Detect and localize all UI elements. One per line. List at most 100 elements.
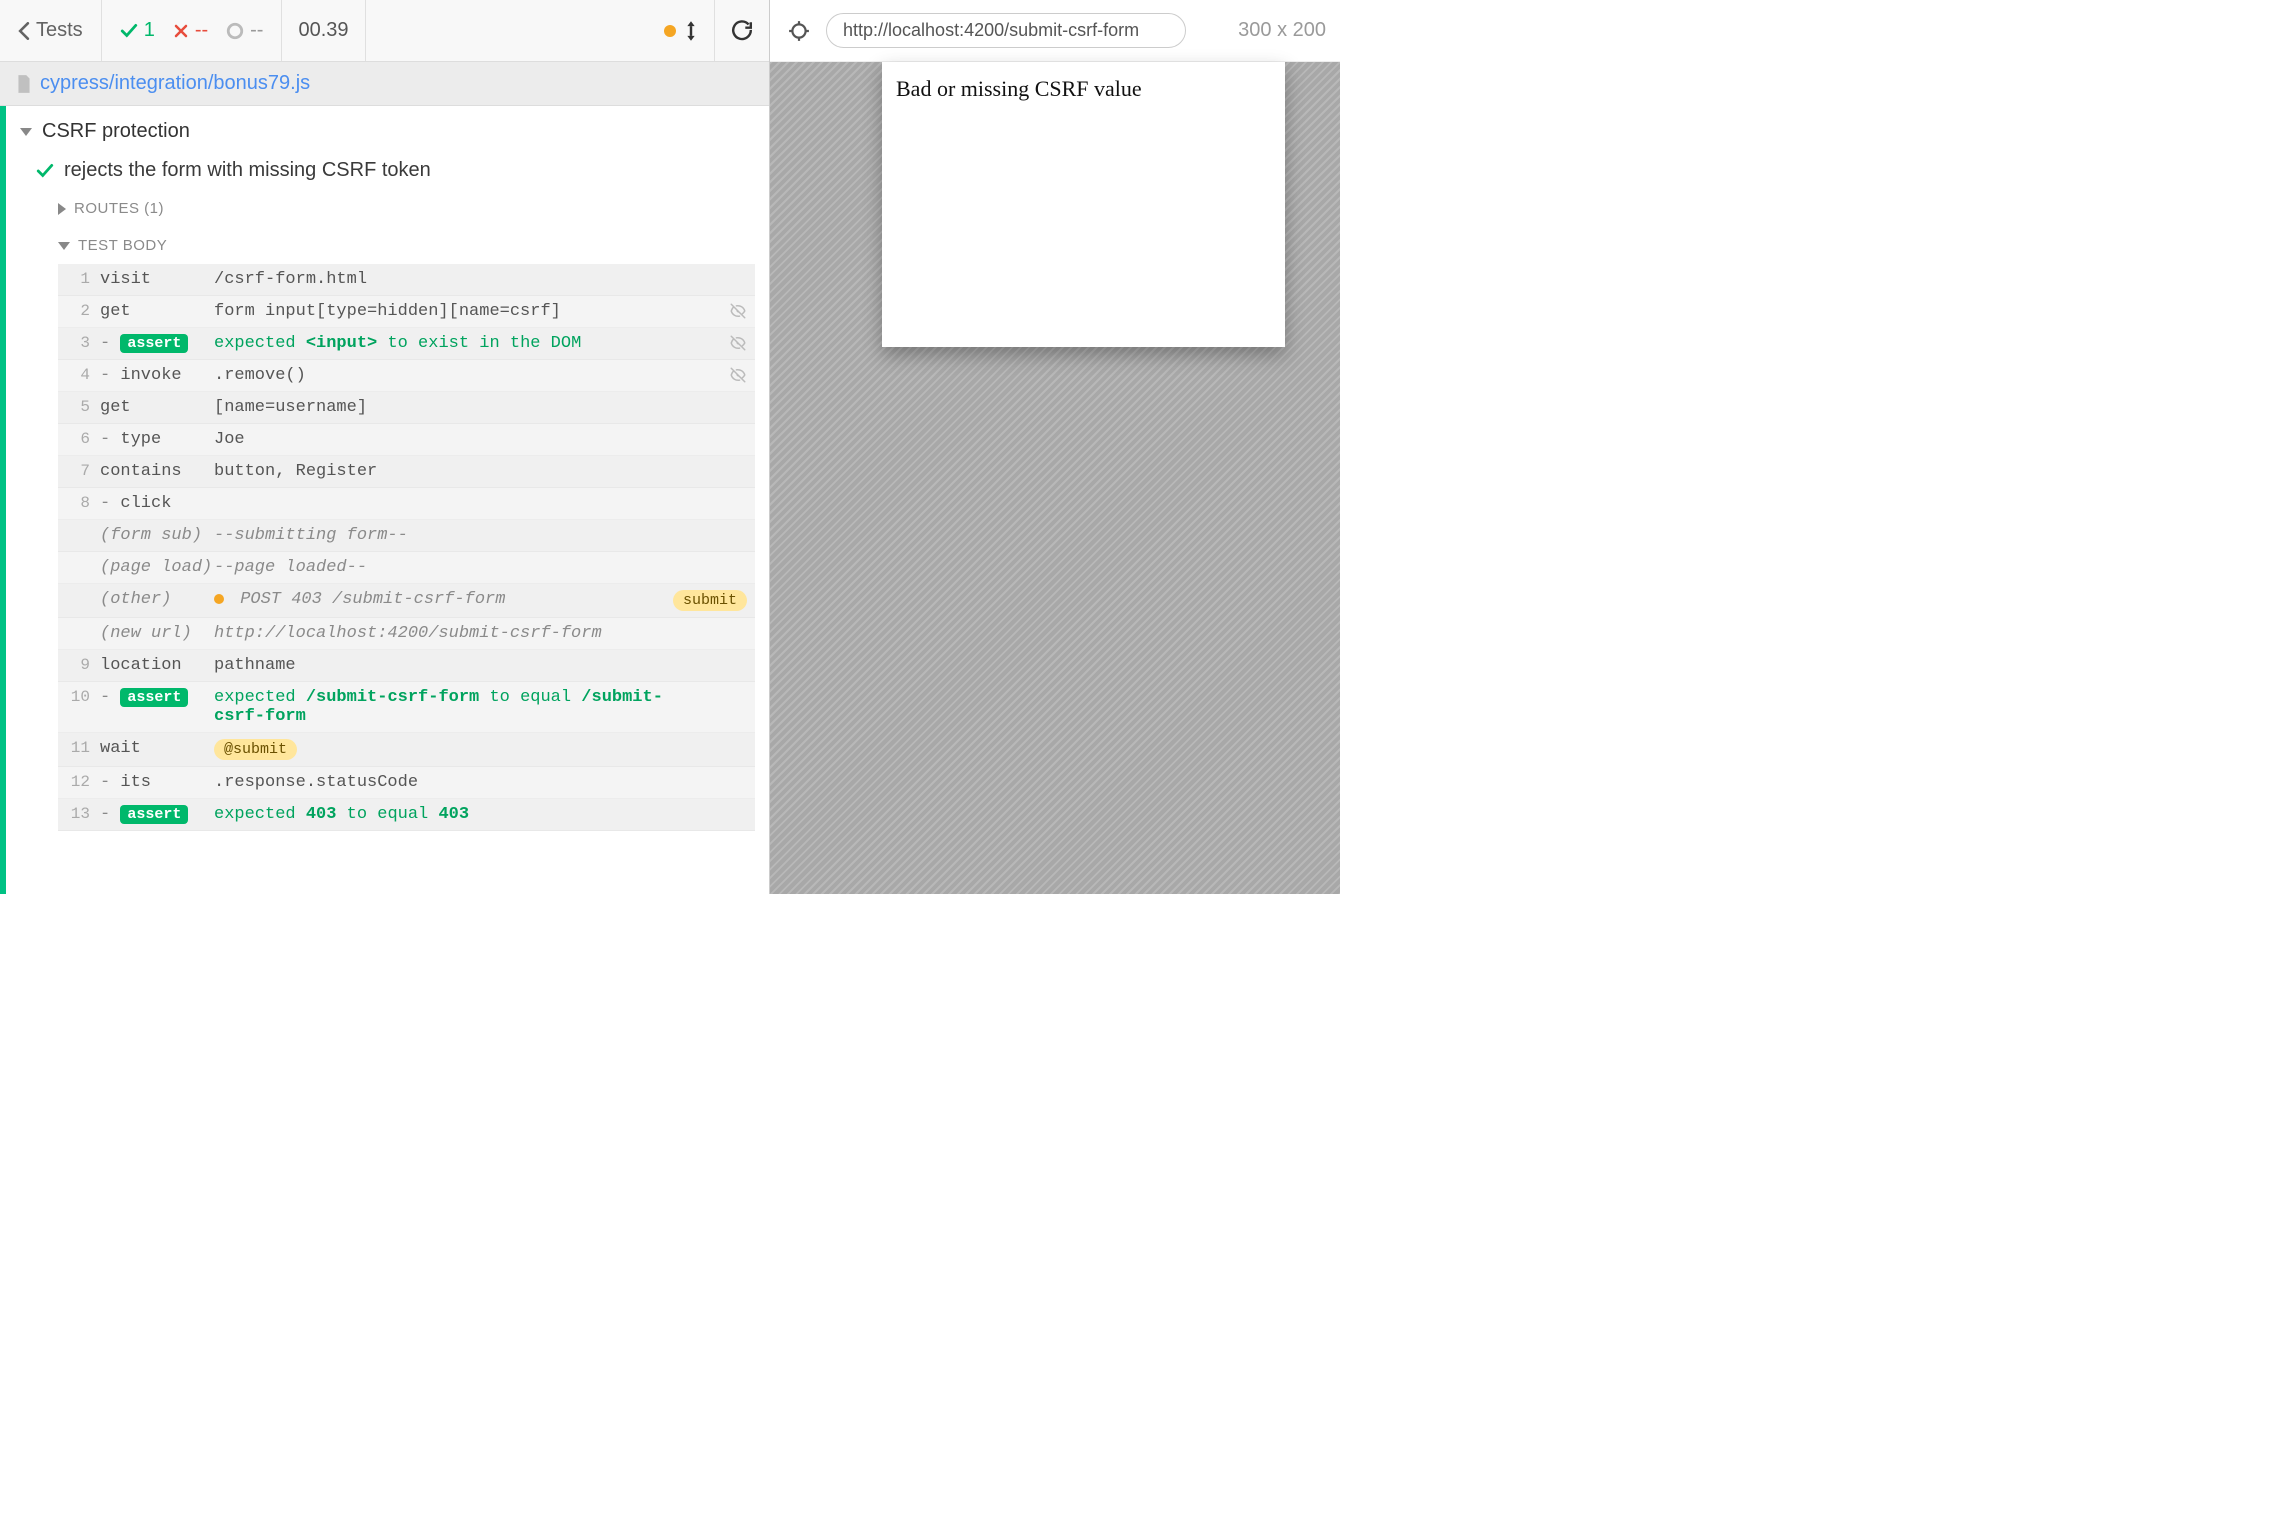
xhr-dot-icon [214, 594, 224, 604]
command-name: invoke [100, 366, 210, 385]
routes-section-header[interactable]: ROUTES (1) [58, 190, 755, 227]
command-name: (page load) [100, 558, 210, 577]
caret-down-icon [20, 128, 32, 136]
page-body-text: Bad or missing CSRF value [896, 76, 1142, 101]
command-name: assert [100, 334, 210, 353]
command-number: 13 [62, 805, 96, 823]
command-row[interactable]: 4invoke.remove() [58, 360, 755, 392]
command-log: 1visit/csrf-form.html2getform input[type… [58, 264, 755, 831]
command-number: 6 [62, 430, 96, 448]
command-right [713, 334, 747, 352]
test-row[interactable]: rejects the form with missing CSRF token [6, 151, 769, 190]
back-label: Tests [36, 19, 83, 42]
suite-row[interactable]: CSRF protection [6, 112, 769, 151]
caret-right-icon [58, 203, 66, 215]
command-name: wait [100, 739, 210, 758]
caret-down-icon [58, 242, 70, 250]
command-message: button, Register [214, 462, 709, 481]
command-name: its [100, 773, 210, 792]
pending-icon [226, 22, 244, 40]
command-name: (other) [100, 590, 210, 609]
command-name: click [100, 494, 210, 513]
spec-file-path: cypress/integration/bonus79.js [40, 72, 310, 95]
command-number: 12 [62, 773, 96, 791]
command-event-row[interactable]: (form sub)--submitting form-- [58, 520, 755, 552]
chevron-left-icon [18, 22, 30, 40]
file-icon [16, 74, 32, 94]
aut-url[interactable]: http://localhost:4200/submit-csrf-form [826, 13, 1186, 48]
command-row[interactable]: 9locationpathname [58, 650, 755, 682]
command-message: pathname [214, 656, 709, 675]
reporter-panel: Tests 1 -- -- 00.39 [0, 0, 770, 894]
pending-stat: -- [226, 19, 263, 42]
command-right [713, 366, 747, 384]
command-message: --submitting form-- [214, 526, 709, 545]
command-row[interactable]: 10assertexpected /submit-csrf-form to eq… [58, 682, 755, 733]
command-event-row[interactable]: (page load)--page loaded-- [58, 552, 755, 584]
alias-pill: @submit [214, 739, 297, 760]
auto-scroll-toggle[interactable] [648, 0, 714, 61]
command-row[interactable]: 6typeJoe [58, 424, 755, 456]
command-row[interactable]: 11wait@submit [58, 733, 755, 767]
body-section-header[interactable]: TEST BODY [58, 227, 755, 264]
command-message: Joe [214, 430, 709, 449]
command-name: visit [100, 270, 210, 289]
suite-title: CSRF protection [42, 120, 190, 143]
command-number: 5 [62, 398, 96, 416]
command-number: 2 [62, 302, 96, 320]
command-row[interactable]: 5get[name=username] [58, 392, 755, 424]
command-message: form input[type=hidden][name=csrf] [214, 302, 709, 321]
command-name: get [100, 302, 210, 321]
command-row[interactable]: 3assertexpected <input> to exist in the … [58, 328, 755, 360]
command-right [713, 302, 747, 320]
command-row[interactable]: 12its.response.statusCode [58, 767, 755, 799]
command-event-row[interactable]: (new url)http://localhost:4200/submit-cs… [58, 618, 755, 650]
spec-file-bar[interactable]: cypress/integration/bonus79.js [0, 62, 769, 106]
assert-badge: assert [120, 805, 188, 824]
alias-pill: submit [673, 590, 747, 611]
command-name: location [100, 656, 210, 675]
command-name: assert [100, 688, 210, 707]
command-message: expected <input> to exist in the DOM [214, 334, 709, 353]
command-message: POST 403 /submit-csrf-form [214, 590, 709, 609]
command-number: 1 [62, 270, 96, 288]
test-tree: CSRF protection rejects the form with mi… [0, 106, 769, 894]
pending-count: -- [250, 19, 263, 42]
failed-count: -- [195, 19, 208, 42]
eye-off-icon [729, 302, 747, 320]
command-number: 11 [62, 739, 96, 757]
routes-label: ROUTES (1) [74, 200, 164, 217]
command-message: --page loaded-- [214, 558, 709, 577]
viewport-dimensions[interactable]: 300 x 200 [1238, 19, 1326, 42]
command-message: expected /submit-csrf-form to equal /sub… [214, 688, 709, 726]
yellow-dot-icon [664, 25, 676, 37]
eye-off-icon [729, 366, 747, 384]
command-row[interactable]: 1visit/csrf-form.html [58, 264, 755, 296]
check-icon [36, 162, 54, 180]
command-message: [name=username] [214, 398, 709, 417]
back-to-tests-button[interactable]: Tests [0, 0, 102, 61]
command-row[interactable]: 7containsbutton, Register [58, 456, 755, 488]
command-event-row[interactable]: (other) POST 403 /submit-csrf-formsubmit [58, 584, 755, 618]
command-row[interactable]: 8click [58, 488, 755, 520]
command-row[interactable]: 2getform input[type=hidden][name=csrf] [58, 296, 755, 328]
app-root: Tests 1 -- -- 00.39 [0, 0, 1340, 894]
failed-stat: -- [173, 19, 208, 42]
command-message: expected 403 to equal 403 [214, 805, 709, 824]
command-row[interactable]: 13 assert expected 403 to equal 403 [58, 799, 755, 831]
command-name: (form sub) [100, 526, 210, 545]
body-label: TEST BODY [78, 237, 167, 254]
command-message: /csrf-form.html [214, 270, 709, 289]
x-icon [173, 23, 189, 39]
reload-icon [731, 20, 753, 42]
aut-iframe[interactable]: Bad or missing CSRF value [882, 62, 1285, 347]
command-number: 8 [62, 494, 96, 512]
assert-badge: assert [120, 334, 188, 353]
test-sections: ROUTES (1) TEST BODY 1visit/csrf-form.ht… [6, 190, 769, 831]
check-icon [120, 22, 138, 40]
rerun-button[interactable] [714, 0, 769, 61]
selector-playground-button[interactable] [784, 16, 814, 46]
scroll-updown-icon [684, 20, 698, 42]
test-stats: 1 -- -- [102, 0, 283, 61]
command-number: 9 [62, 656, 96, 674]
